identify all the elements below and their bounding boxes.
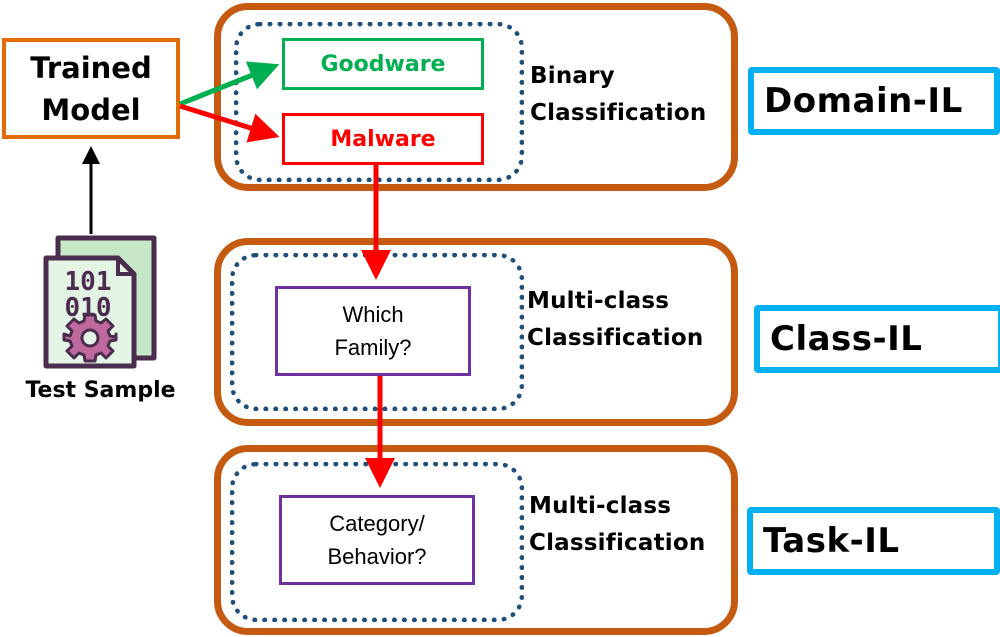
arrow-to-malware [179, 103, 280, 143]
arrows-layer [82, 61, 395, 488]
arrow-to-goodware [179, 61, 280, 107]
